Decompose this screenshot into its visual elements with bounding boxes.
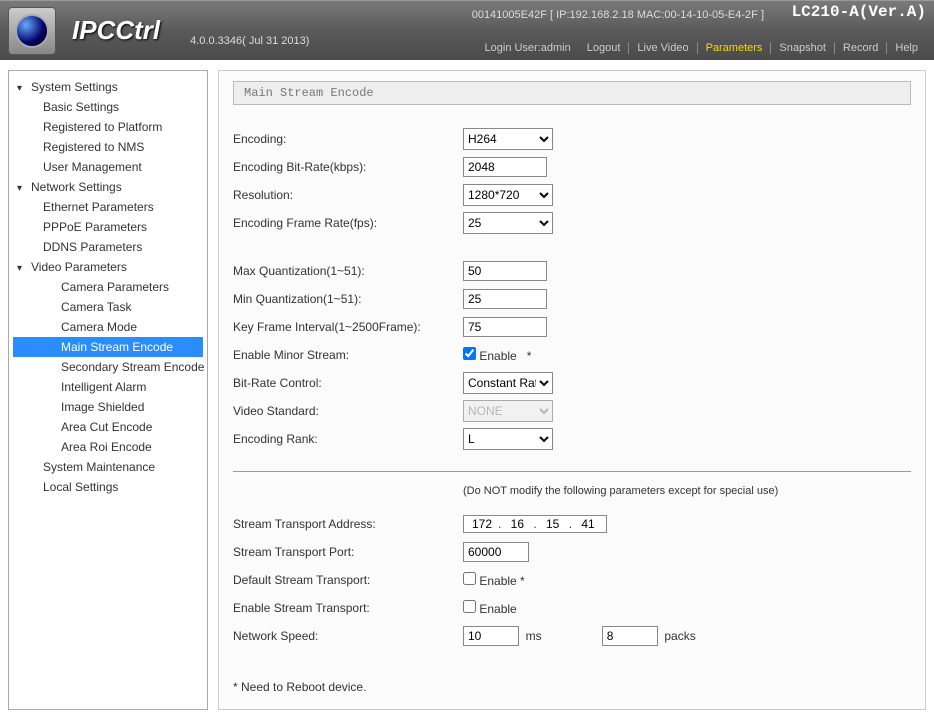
ip-octet-3[interactable] bbox=[537, 517, 569, 531]
encoding-select[interactable]: H264 bbox=[463, 128, 553, 150]
logo bbox=[8, 7, 56, 55]
minor-stream-checkbox[interactable] bbox=[463, 347, 476, 360]
maxq-label: Max Quantization(1~51): bbox=[233, 264, 463, 278]
sidebar-item-main-stream-encode[interactable]: Main Stream Encode bbox=[13, 337, 203, 357]
minor-stream-label: Enable Minor Stream: bbox=[233, 348, 463, 362]
sidebar-item-camera-task[interactable]: Camera Task bbox=[13, 297, 203, 317]
minq-input[interactable] bbox=[463, 289, 547, 309]
nav-help[interactable]: Help bbox=[887, 42, 926, 54]
resolution-select[interactable]: 1280*720 bbox=[463, 184, 553, 206]
sidebar-item-secondary-stream-encode[interactable]: Secondary Stream Encode bbox=[13, 357, 203, 377]
device-model: LC210-A(Ver.A) bbox=[792, 3, 926, 21]
video-standard-select: NONE bbox=[463, 400, 553, 422]
transport-address-label: Stream Transport Address: bbox=[233, 517, 463, 531]
divider bbox=[233, 471, 911, 472]
camera-lens-icon bbox=[15, 14, 49, 48]
network-speed-packs-input[interactable] bbox=[602, 626, 658, 646]
transport-address-input[interactable]: . . . bbox=[463, 515, 607, 533]
default-transport-label: Default Stream Transport: bbox=[233, 573, 463, 587]
sidebar-item-area-cut-encode[interactable]: Area Cut Encode bbox=[13, 417, 203, 437]
enable-transport-label: Enable Stream Transport: bbox=[233, 601, 463, 615]
encoding-label: Encoding: bbox=[233, 132, 463, 146]
rate-control-label: Bit-Rate Control: bbox=[233, 376, 463, 390]
nav-live-video[interactable]: Live Video bbox=[629, 42, 696, 54]
packs-unit: packs bbox=[664, 629, 695, 643]
default-transport-check-label: Enable * bbox=[479, 574, 524, 588]
sidebar-item-image-shielded[interactable]: Image Shielded bbox=[13, 397, 203, 417]
default-transport-checkbox[interactable] bbox=[463, 572, 476, 585]
video-standard-label: Video Standard: bbox=[233, 404, 463, 418]
nav-record[interactable]: Record bbox=[835, 42, 886, 54]
sidebar-item-registered-nms[interactable]: Registered to NMS bbox=[13, 137, 203, 157]
build-version: 4.0.0.3346( Jul 31 2013) bbox=[190, 35, 309, 47]
sidebar-item-local-settings[interactable]: Local Settings bbox=[13, 477, 203, 497]
minor-stream-star: * bbox=[527, 349, 532, 363]
network-speed-label: Network Speed: bbox=[233, 629, 463, 643]
sidebar: System Settings Basic Settings Registere… bbox=[8, 70, 208, 710]
sidebar-item-registered-platform[interactable]: Registered to Platform bbox=[13, 117, 203, 137]
nav-snapshot[interactable]: Snapshot bbox=[771, 42, 833, 54]
ip-octet-1[interactable] bbox=[466, 517, 498, 531]
content-panel: Main Stream Encode Encoding: H264 Encodi… bbox=[218, 70, 926, 710]
nav-logout[interactable]: Logout bbox=[579, 42, 629, 54]
sidebar-item-basic[interactable]: Basic Settings bbox=[13, 97, 203, 117]
ip-octet-2[interactable] bbox=[501, 517, 533, 531]
sidebar-item-system[interactable]: System Settings bbox=[13, 77, 203, 97]
encoding-rank-select[interactable]: L bbox=[463, 428, 553, 450]
bitrate-label: Encoding Bit-Rate(kbps): bbox=[233, 160, 463, 174]
sidebar-item-user-management[interactable]: User Management bbox=[13, 157, 203, 177]
section-title: Main Stream Encode bbox=[233, 81, 911, 105]
sidebar-item-ddns[interactable]: DDNS Parameters bbox=[13, 237, 203, 257]
enable-transport-checkbox[interactable] bbox=[463, 600, 476, 613]
device-info: 00141005E42F [ IP:192.168.2.18 MAC:00-14… bbox=[472, 9, 764, 21]
sidebar-item-video[interactable]: Video Parameters bbox=[13, 257, 203, 277]
sidebar-item-pppoe[interactable]: PPPoE Parameters bbox=[13, 217, 203, 237]
framerate-select[interactable]: 25 bbox=[463, 212, 553, 234]
encoding-rank-label: Encoding Rank: bbox=[233, 432, 463, 446]
transport-port-input[interactable] bbox=[463, 542, 529, 562]
brand-title: IPCCtrl bbox=[72, 15, 160, 46]
resolution-label: Resolution: bbox=[233, 188, 463, 202]
sidebar-item-camera-mode[interactable]: Camera Mode bbox=[13, 317, 203, 337]
sidebar-item-ethernet[interactable]: Ethernet Parameters bbox=[13, 197, 203, 217]
reboot-note: * Need to Reboot device. bbox=[233, 680, 911, 694]
nav-parameters[interactable]: Parameters bbox=[698, 42, 771, 54]
maxq-input[interactable] bbox=[463, 261, 547, 281]
transport-port-label: Stream Transport Port: bbox=[233, 545, 463, 559]
minq-label: Min Quantization(1~51): bbox=[233, 292, 463, 306]
top-nav: Login User:admin Logout Live Video Param… bbox=[477, 42, 926, 54]
sidebar-item-camera-parameters[interactable]: Camera Parameters bbox=[13, 277, 203, 297]
sidebar-item-area-roi-encode[interactable]: Area Roi Encode bbox=[13, 437, 203, 457]
sidebar-item-network[interactable]: Network Settings bbox=[13, 177, 203, 197]
network-speed-ms-input[interactable] bbox=[463, 626, 519, 646]
app-header: IPCCtrl 4.0.0.3346( Jul 31 2013) 0014100… bbox=[0, 0, 934, 60]
framerate-label: Encoding Frame Rate(fps): bbox=[233, 216, 463, 230]
login-user-text: Login User:admin bbox=[477, 42, 579, 54]
bitrate-input[interactable] bbox=[463, 157, 547, 177]
keyframe-input[interactable] bbox=[463, 317, 547, 337]
keyframe-label: Key Frame Interval(1~2500Frame): bbox=[233, 320, 463, 334]
minor-stream-check-label: Enable bbox=[479, 349, 516, 363]
sidebar-item-intelligent-alarm[interactable]: Intelligent Alarm bbox=[13, 377, 203, 397]
rate-control-select[interactable]: Constant Rate bbox=[463, 372, 553, 394]
sidebar-item-system-maintenance[interactable]: System Maintenance bbox=[13, 457, 203, 477]
warning-note: (Do NOT modify the following parameters … bbox=[463, 485, 778, 497]
enable-transport-check-label: Enable bbox=[479, 602, 516, 616]
ms-unit: ms bbox=[526, 629, 542, 643]
ip-octet-4[interactable] bbox=[572, 517, 604, 531]
